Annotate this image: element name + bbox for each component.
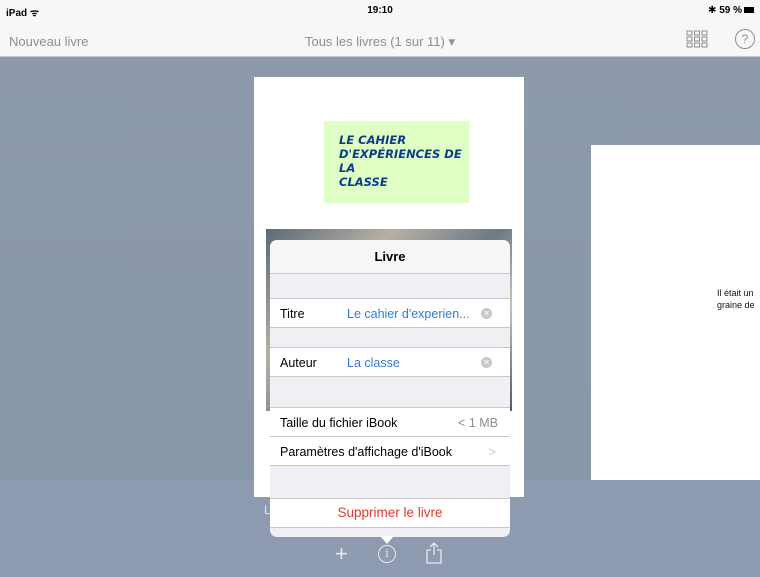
author-field[interactable]: La classe xyxy=(347,356,400,370)
cover-title-line2: D'EXPÉRIENCES DE LA xyxy=(339,147,462,175)
title-label: Titre xyxy=(280,307,305,321)
clear-icon[interactable]: ✕ xyxy=(481,357,492,368)
display-settings-label: Paramètres d'affichage d'iBook xyxy=(280,445,453,459)
cover-title-line3: CLASSE xyxy=(339,175,388,189)
status-time: 19:10 xyxy=(367,5,393,16)
book-info-popover: Livre Titre Le cahier d'experien... ✕ Au… xyxy=(270,240,510,537)
popover-arrow xyxy=(380,536,394,544)
next-book-line2: graine de xyxy=(717,300,755,310)
file-size-row: Taille du fichier iBook < 1 MB xyxy=(270,407,510,437)
battery-icon xyxy=(744,7,754,14)
battery-label: ✱ 59 % xyxy=(708,5,742,16)
next-book-cover[interactable]: Il était un graine de xyxy=(591,145,760,480)
chevron-right-icon: > xyxy=(488,444,496,459)
share-icon[interactable] xyxy=(425,542,443,564)
help-icon[interactable]: ? xyxy=(735,29,755,49)
clear-icon[interactable]: ✕ xyxy=(481,308,492,319)
title-field[interactable]: Le cahier d'experien... xyxy=(347,307,470,321)
battery-status: ✱ 59 % xyxy=(708,5,754,16)
next-book-line1: Il était un xyxy=(717,288,754,298)
plus-icon[interactable]: + xyxy=(335,543,348,565)
info-icon[interactable]: i xyxy=(378,545,396,563)
next-book-text: Il était un graine de xyxy=(717,287,755,311)
file-size-label: Taille du fichier iBook xyxy=(280,416,398,430)
author-label: Auteur xyxy=(280,356,317,370)
popover-title: Livre xyxy=(270,240,510,274)
title-row[interactable]: Titre Le cahier d'experien... ✕ xyxy=(270,298,510,328)
top-bar: iPad ᯤ 19:10 ✱ 59 % Nouveau livre Tous l… xyxy=(0,0,760,57)
display-settings-row[interactable]: Paramètres d'affichage d'iBook > xyxy=(270,436,510,466)
file-size-value: < 1 MB xyxy=(458,416,498,430)
author-row[interactable]: Auteur La classe ✕ xyxy=(270,347,510,377)
all-books-dropdown[interactable]: Tous les livres (1 sur 11) ▾ xyxy=(0,34,760,50)
grid-view-icon[interactable] xyxy=(686,30,708,48)
status-bar: iPad ᯤ 19:10 ✱ 59 % xyxy=(0,0,760,22)
delete-book-button[interactable]: Supprimer le livre xyxy=(270,498,510,528)
cover-title-line1: LE CAHIER xyxy=(339,133,407,147)
cover-title: LE CAHIER D'EXPÉRIENCES DE LA CLASSE xyxy=(324,121,469,203)
